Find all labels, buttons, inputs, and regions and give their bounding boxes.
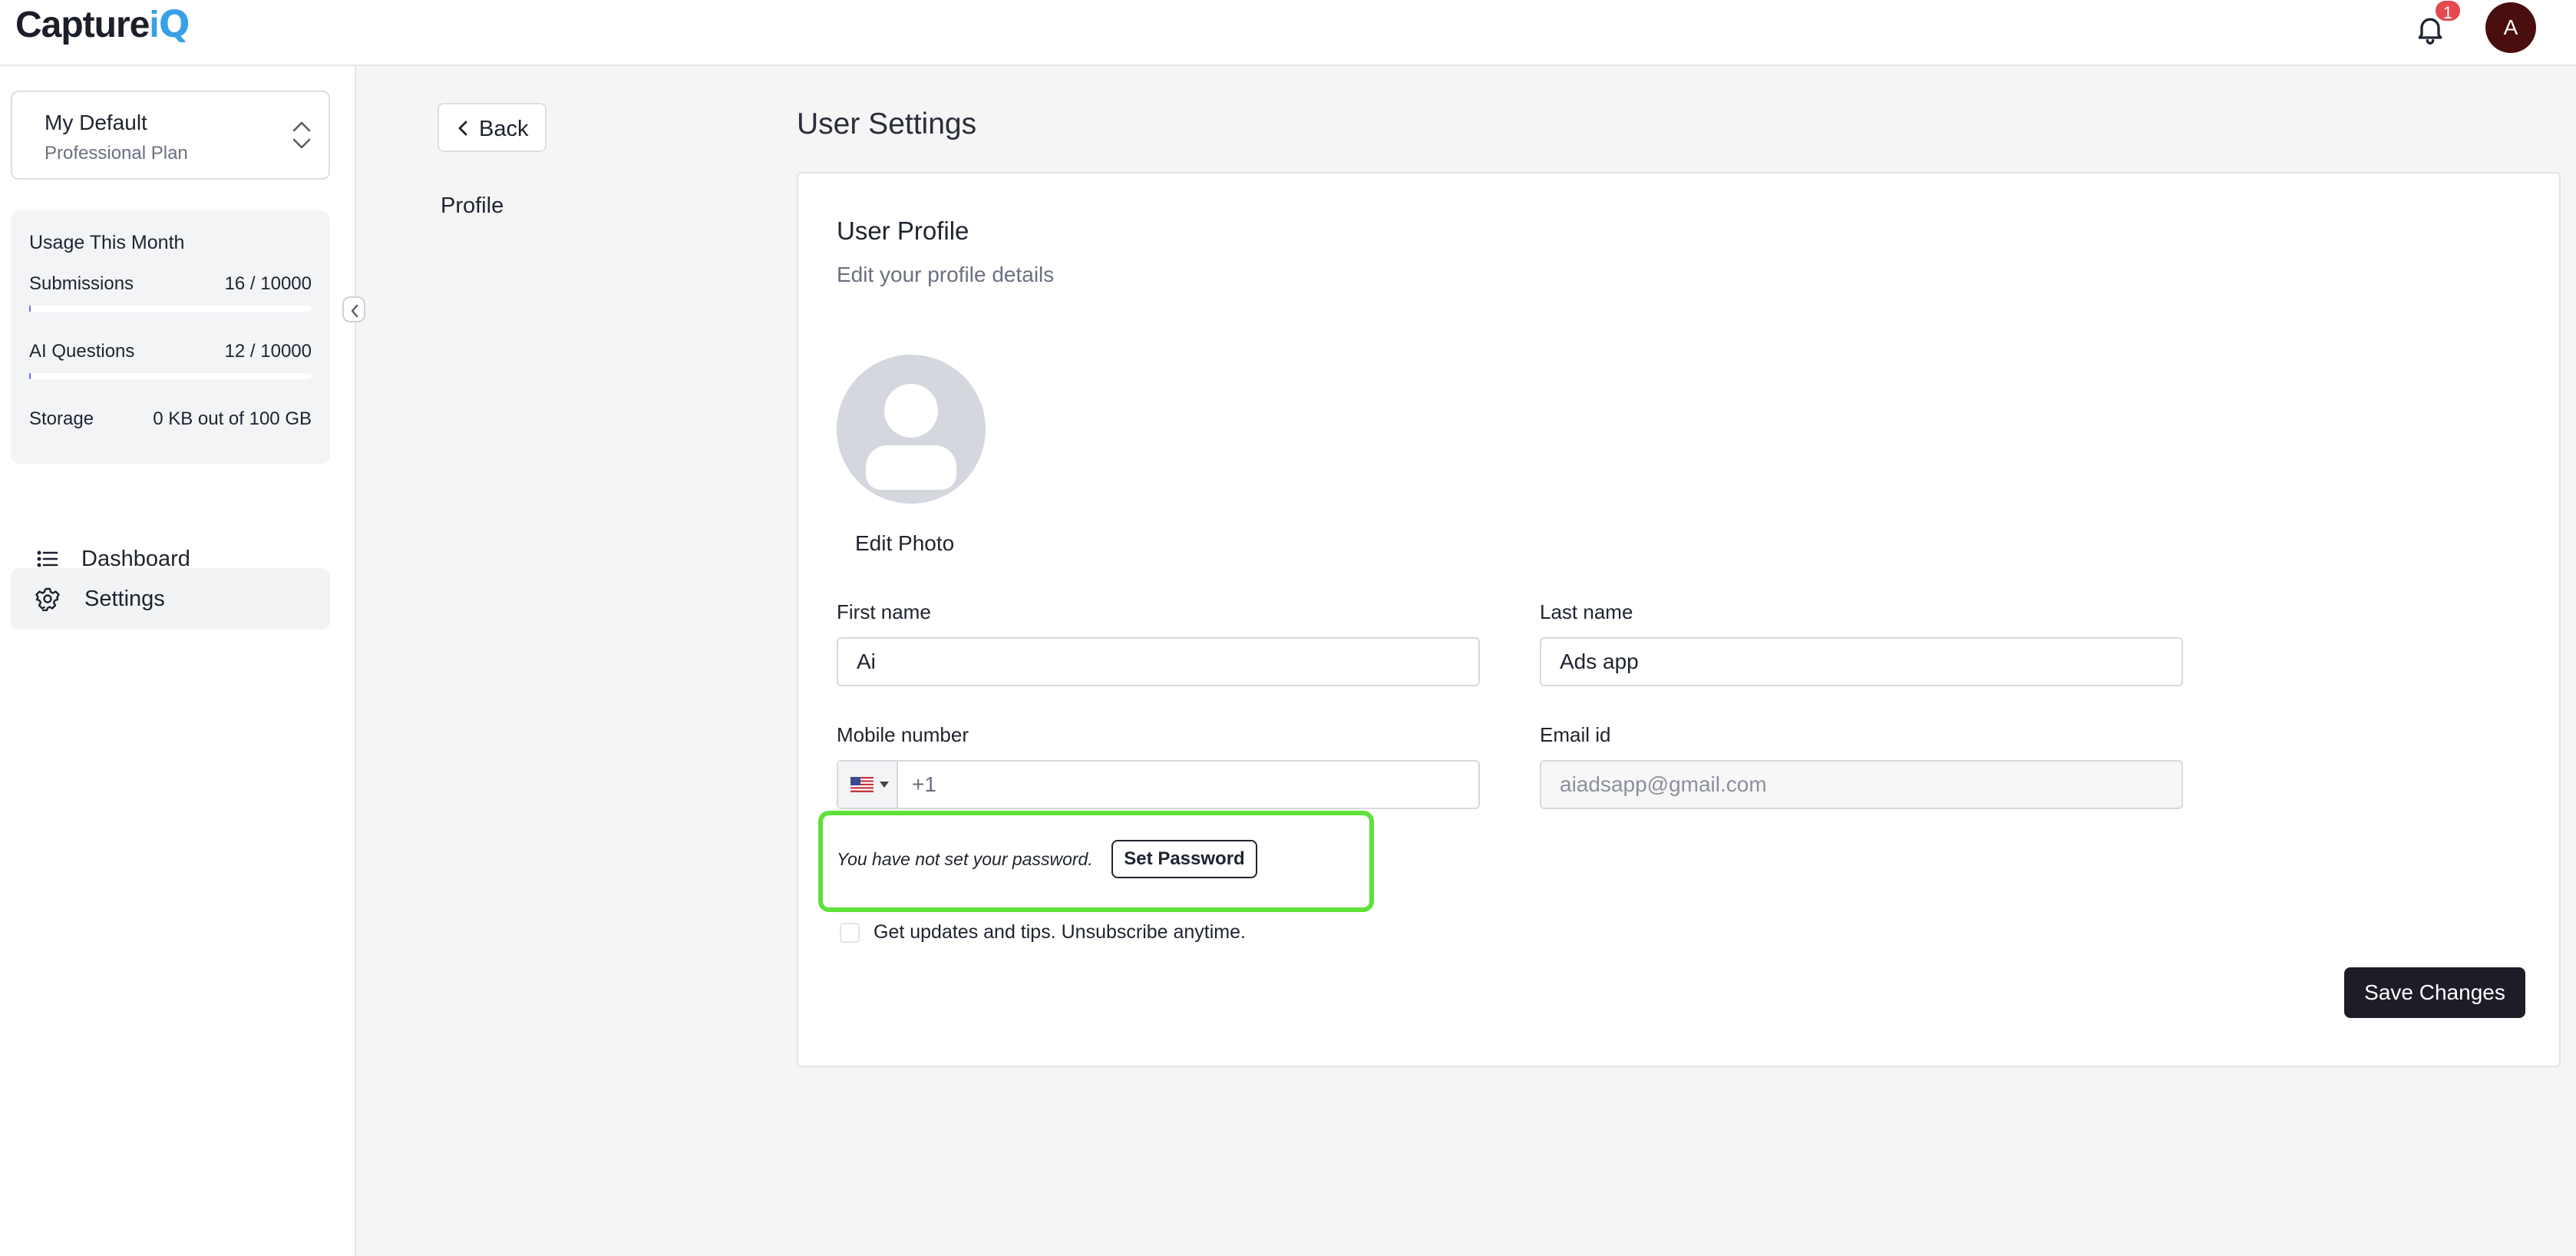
chevron-left-icon <box>458 121 467 136</box>
usage-progress-ai-questions <box>29 373 312 379</box>
logo-i: i <box>149 5 159 45</box>
usage-label: AI Questions <box>29 341 135 362</box>
usage-panel: Usage This Month Submissions 16 / 10000 … <box>11 210 330 464</box>
notification-badge: 1 <box>2433 0 2462 23</box>
usage-label: Storage <box>29 408 94 429</box>
updates-checkbox[interactable] <box>840 923 860 943</box>
usage-progress-fill <box>29 373 31 379</box>
email-field: aiadsapp@gmail.com <box>1540 760 2183 809</box>
back-label: Back <box>479 117 529 141</box>
workspace-switcher[interactable]: My Default Professional Plan <box>11 91 330 180</box>
logo[interactable]: CaptureiQ <box>15 3 190 46</box>
usage-title: Usage This Month <box>29 232 185 253</box>
avatar-placeholder-body <box>866 445 956 490</box>
mobile-number-label: Mobile number <box>837 723 969 746</box>
usage-row-submissions: Submissions 16 / 10000 <box>29 273 312 295</box>
card-subtitle: Edit your profile details <box>837 263 1055 286</box>
sidebar-item-label: Settings <box>84 587 165 611</box>
set-password-button[interactable]: Set Password <box>1111 840 1257 878</box>
usage-value: 12 / 10000 <box>224 341 312 362</box>
sidebar: My Default Professional Plan Usage This … <box>0 66 356 1256</box>
logo-text: Capture <box>15 5 150 45</box>
usage-progress-fill <box>29 306 31 312</box>
chevron-left-icon <box>351 304 358 318</box>
main-content: Back Profile User Settings User Profile … <box>356 66 2576 1256</box>
usage-value: 16 / 10000 <box>224 273 312 294</box>
first-name-label: First name <box>837 600 931 623</box>
top-bar: CaptureiQ 1 A <box>0 0 2576 66</box>
profile-photo[interactable] <box>837 355 986 504</box>
settings-nav-profile[interactable]: Profile <box>441 193 504 219</box>
page-title: User Settings <box>797 107 977 140</box>
usage-label: Submissions <box>29 273 134 294</box>
us-flag-icon <box>850 777 874 792</box>
usage-value: 0 KB out of 100 GB <box>153 408 312 429</box>
save-changes-button[interactable]: Save Changes <box>2344 967 2525 1018</box>
mobile-number-input[interactable]: +1 <box>912 762 936 808</box>
card-title: User Profile <box>837 216 969 245</box>
mobile-number-field[interactable]: +1 <box>837 760 1480 809</box>
gear-icon <box>35 587 60 611</box>
email-label: Email id <box>1540 723 1611 746</box>
last-name-field[interactable]: Ads app <box>1540 637 2183 686</box>
user-profile-card: User Profile Edit your profile details E… <box>797 172 2561 1067</box>
user-avatar[interactable]: A <box>2485 2 2536 53</box>
usage-row-ai-questions: AI Questions 12 / 10000 <box>29 341 312 362</box>
workspace-plan: Professional Plan <box>45 143 188 164</box>
updates-label: Get updates and tips. Unsubscribe anytim… <box>874 921 1246 943</box>
workspace-name: My Default <box>45 111 147 134</box>
collapse-sidebar-button[interactable] <box>342 296 365 322</box>
first-name-field[interactable]: Ai <box>837 637 1480 686</box>
edit-photo-link[interactable]: Edit Photo <box>855 531 954 556</box>
back-button[interactable]: Back <box>438 103 547 152</box>
usage-progress-submissions <box>29 306 312 312</box>
caret-down-icon <box>880 782 889 788</box>
logo-q: Q <box>158 3 190 46</box>
sidebar-item-settings[interactable]: Settings <box>11 568 330 630</box>
chevron-up-down-icon <box>292 121 311 149</box>
usage-row-storage: Storage 0 KB out of 100 GB <box>29 408 312 430</box>
last-name-label: Last name <box>1540 600 1633 623</box>
password-notice: You have not set your password. <box>837 849 1093 869</box>
avatar-placeholder-head <box>884 384 938 438</box>
country-code-select[interactable] <box>838 762 898 808</box>
